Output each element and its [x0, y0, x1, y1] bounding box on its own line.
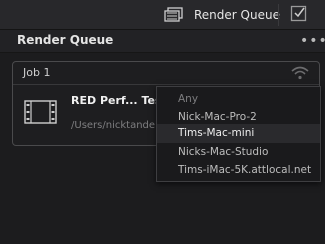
film-clip-icon: [24, 100, 57, 124]
job-item-path: /Users/nicktande: [71, 120, 156, 131]
render-queue-button[interactable]: Render Queue: [164, 4, 280, 25]
dropdown-item-any[interactable]: Any: [157, 90, 320, 109]
dropdown-item-nicks-mac-studio[interactable]: Nicks-Mac-Studio: [157, 143, 320, 162]
job-label: Job 1: [23, 66, 51, 79]
more-options-icon[interactable]: •••: [300, 33, 325, 49]
panel-title: Render Queue: [17, 33, 114, 47]
render-queue-panel-header: Render Queue •••: [0, 30, 325, 53]
checkbox-icon: [290, 5, 307, 22]
toolbar-divider: [278, 4, 279, 26]
render-host-dropdown[interactable]: Any Nick-Mac-Pro-2 Tims-Mac-mini Nicks-M…: [156, 86, 321, 182]
job-header: Job 1: [13, 62, 319, 85]
top-toolbar: Render Queue: [0, 0, 325, 30]
dropdown-item-tims-mac-mini[interactable]: Tims-Mac-mini: [157, 124, 320, 143]
render-queue-label: Render Queue: [194, 7, 280, 22]
render-queue-icon: [164, 6, 183, 22]
wifi-icon[interactable]: [290, 66, 310, 80]
dropdown-item-tims-imac-5k[interactable]: Tims-iMac-5K.attlocal.net: [157, 161, 320, 180]
deliver-check-button[interactable]: [290, 4, 308, 24]
